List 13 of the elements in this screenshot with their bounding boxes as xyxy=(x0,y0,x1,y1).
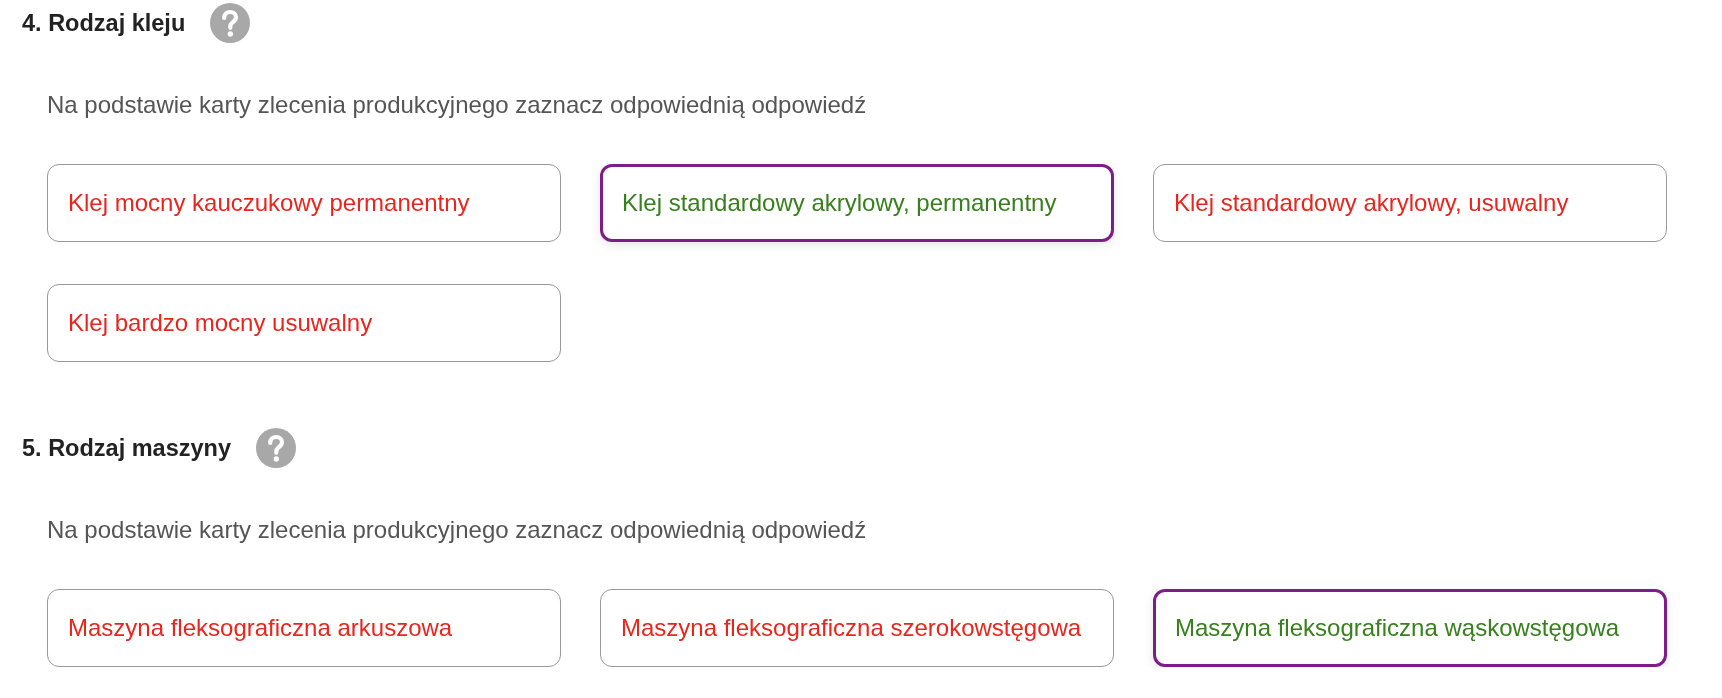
instruction-text: Na podstawie karty zlecenia produkcyjnego zaznacz odpowiednią odpowiedź xyxy=(47,516,868,544)
answer-option[interactable]: Klej standardowy akrylowy, permanentny xyxy=(600,164,1114,242)
question-heading: 5. Rodzaj maszyny xyxy=(22,434,231,462)
answer-option[interactable]: Klej mocny kauczukowy permanentny xyxy=(47,164,561,242)
help-icon[interactable] xyxy=(210,3,251,43)
answer-option[interactable]: Klej bardzo mocny usuwalny xyxy=(47,284,561,362)
answer-option[interactable]: Maszyna fleksograficzna arkuszowa xyxy=(47,589,561,667)
answer-option[interactable]: Maszyna fleksograficzna szerokowstęgowa xyxy=(600,589,1114,667)
answer-option[interactable]: Maszyna fleksograficzna wąskowstęgowa xyxy=(1153,589,1667,667)
answer-option[interactable]: Klej standardowy akrylowy, usuwalny xyxy=(1153,164,1667,242)
help-icon[interactable] xyxy=(255,428,296,468)
instruction-text: Na podstawie karty zlecenia produkcyjnego zaznacz odpowiednią odpowiedź xyxy=(47,91,868,119)
question-heading: 4. Rodzaj kleju xyxy=(22,9,186,37)
